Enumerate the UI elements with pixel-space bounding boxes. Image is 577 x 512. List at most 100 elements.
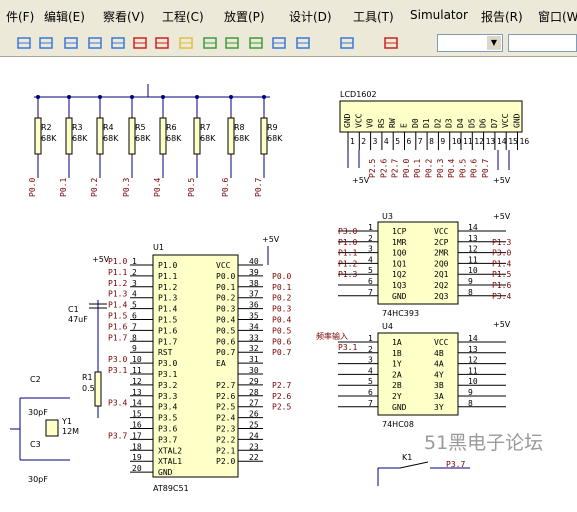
chevron-down-icon[interactable]: ▼	[487, 36, 501, 50]
no-erc-icon[interactable]	[383, 35, 399, 51]
toolbar-dropdown[interactable]: ▼	[437, 34, 503, 52]
u3-pin-right: 2Q1	[434, 270, 449, 279]
menu-item-0[interactable]: 件(F)	[6, 8, 34, 25]
mcu-pin-right: P2.3	[216, 425, 235, 434]
u3-pin-number: 6	[368, 277, 373, 286]
mcu-pin-right: EA	[216, 359, 226, 368]
lcd-pin-number: 8	[429, 137, 434, 146]
lcd-net: P0.1	[413, 159, 422, 178]
mcu-pin-left: XTAL1	[158, 457, 182, 466]
u4-pin-number: 12	[468, 356, 478, 365]
mcu-pin-left: P3.4	[158, 403, 177, 412]
toolbar-dropdown-2[interactable]	[508, 34, 577, 52]
menu-item-7[interactable]: Simulator	[410, 8, 468, 22]
sheet-symbol-icon[interactable]	[224, 35, 240, 51]
menu-item-6[interactable]: 工具(T)	[353, 8, 394, 25]
y1-ref: Y1	[61, 417, 72, 426]
resistor-net: P0.4	[153, 178, 162, 197]
lcd-pin-number: 1	[350, 137, 355, 146]
mcu-power: +5V	[262, 235, 280, 244]
resistor-ref: R2	[41, 123, 52, 132]
u4-pin-right: 3A	[434, 392, 444, 401]
resistor-ref: R9	[267, 123, 278, 132]
component-icon[interactable]	[202, 35, 218, 51]
lcd-pin-number: 4	[384, 137, 389, 146]
menu-item-8[interactable]: 报告(R)	[481, 8, 523, 25]
power-label: +5V	[92, 255, 110, 264]
lcd-pin-name: RW	[388, 118, 397, 128]
menu-item-5[interactable]: 设计(D)	[289, 8, 332, 25]
menu-bar: 件(F) 编辑(E) 察看(V) 工程(C) 放置(P) 设计(D) 工具(T) Simula…	[0, 0, 577, 32]
u3-pin-left: 1Q3	[392, 281, 407, 290]
menu-item-2[interactable]: 察看(V)	[103, 8, 145, 25]
mcu-pin-number: 17	[132, 431, 142, 440]
harness-connector-icon[interactable]	[271, 35, 287, 51]
u3-power: +5V	[493, 212, 511, 221]
mcu-pin-number: 22	[249, 453, 259, 462]
k1-ref: K1	[402, 453, 412, 462]
u3-pin-number: 3	[368, 245, 373, 254]
mcu-net-right: P0.2	[272, 294, 291, 303]
mcu-pin-right: P2.4	[216, 414, 235, 423]
menu-item-1[interactable]: 编辑(E)	[44, 8, 85, 25]
mcu-pin-number: 32	[249, 344, 259, 353]
u3-pin-left: 1Q0	[392, 249, 407, 258]
u3-pin-number: 4	[368, 255, 373, 264]
sheet-entry-icon[interactable]	[248, 35, 264, 51]
u3-net-left: P1.2	[338, 259, 357, 268]
u3-net-left: P1.3	[338, 270, 357, 279]
lcd-pin-name: D3	[445, 118, 454, 128]
lcd-net: P0.0	[402, 159, 411, 178]
u4-pin-right: 4A	[434, 360, 444, 369]
junction-dot	[161, 95, 165, 99]
u3-part: 74HC393	[382, 309, 419, 318]
lcd-pin-name: VCC	[354, 113, 363, 128]
u4-pin-left: 1Y	[392, 360, 402, 369]
mcu-pin-number: 36	[249, 301, 259, 310]
u3-pin-left: 1CP	[392, 227, 407, 236]
u3-pin-number: 12	[468, 245, 478, 254]
mcu-pin-left: P1.6	[158, 326, 177, 335]
u3-pin-left: GND	[392, 292, 407, 301]
mcu-pin-number: 5	[132, 301, 137, 310]
bus-icon[interactable]	[38, 35, 54, 51]
mcu-net-right: P0.0	[272, 272, 291, 281]
mcu-pin-left: GND	[158, 468, 173, 477]
bus-entry-icon[interactable]	[63, 35, 79, 51]
mcu-pin-right: P0.4	[216, 316, 235, 325]
port-icon[interactable]	[178, 35, 194, 51]
mcu-pin-number: 28	[249, 388, 259, 397]
device-sheet-icon[interactable]	[295, 35, 311, 51]
mcu-pin-left: P3.3	[158, 392, 177, 401]
signal-harness-icon[interactable]	[87, 35, 103, 51]
mcu-pin-number: 20	[132, 464, 142, 473]
u3-pin-right: 2CP	[434, 238, 449, 247]
mcu-pin-number: 25	[249, 421, 259, 430]
junction-dot	[229, 95, 233, 99]
mcu-pin-left: XTAL2	[158, 446, 182, 455]
menu-item-3[interactable]: 工程(C)	[162, 8, 204, 25]
u3-net-right: P1.4	[492, 259, 511, 268]
u3-net-left: P1.1	[338, 249, 357, 258]
mcu-pin-right: P0.6	[216, 337, 235, 346]
u4-pin-number: 11	[468, 366, 478, 375]
vcc-power-icon[interactable]	[154, 35, 170, 51]
directive-icon[interactable]	[339, 35, 355, 51]
menu-item-9[interactable]: 窗口(W)	[538, 8, 577, 25]
mcu-pin-number: 19	[132, 453, 142, 462]
mcu-pin-number: 23	[249, 442, 259, 451]
netlabel-icon[interactable]	[110, 35, 126, 51]
u3-net-right: P3.4	[492, 292, 511, 301]
watermark-text: 51黑电子论坛	[424, 432, 544, 454]
mcu-pin-number: 33	[249, 333, 259, 342]
ground-icon[interactable]	[132, 35, 148, 51]
mcu-pin-number: 12	[132, 377, 142, 386]
mcu-pin-right: P2.2	[216, 435, 235, 444]
c3-value: 30pF	[28, 475, 48, 484]
wire-icon[interactable]	[16, 35, 32, 51]
lcd-pin-name: VCC	[501, 113, 510, 128]
lcd-net: P2.6	[379, 159, 388, 178]
menu-item-4[interactable]: 放置(P)	[224, 8, 265, 25]
wire	[399, 461, 429, 469]
lcd-net: P0.3	[436, 159, 445, 178]
